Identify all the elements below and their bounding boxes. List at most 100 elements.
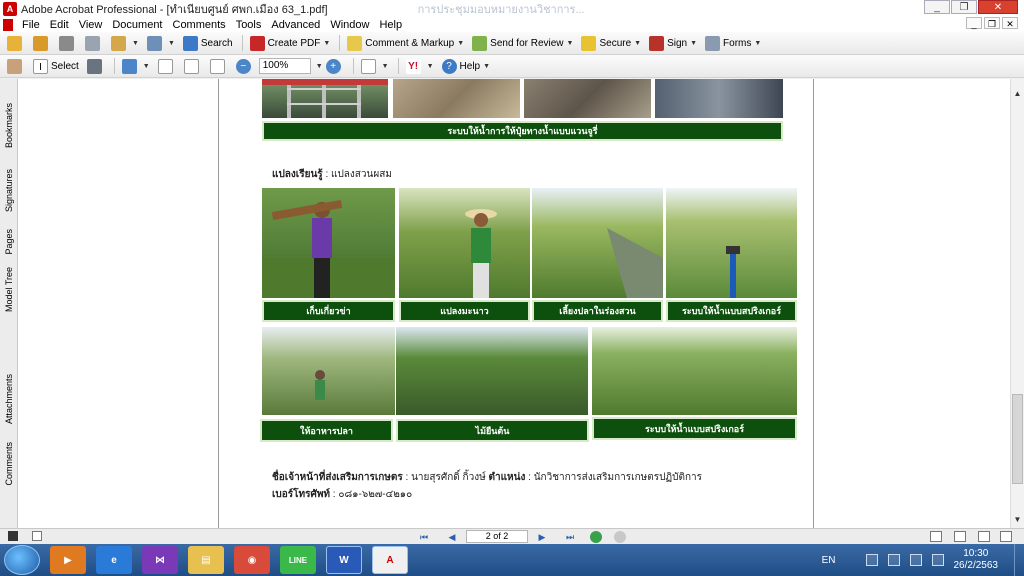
comment-markup-label: Comment & Markup <box>365 37 455 49</box>
fit-page-button[interactable] <box>181 56 205 76</box>
menu-document[interactable]: Document <box>107 19 167 31</box>
actual-size-button[interactable] <box>155 56 179 76</box>
zoom-dropdown-icon[interactable]: ▼ <box>316 63 323 70</box>
minimize-button[interactable]: _ <box>924 0 950 14</box>
caption-fish-canal: เลี้ยงปลาในร่องสวน <box>532 300 663 322</box>
save-button[interactable] <box>56 33 80 53</box>
previous-view-icon[interactable] <box>590 530 602 543</box>
start-button[interactable] <box>4 545 40 575</box>
vertical-scrollbar[interactable]: ▲ ▼ <box>1010 79 1024 528</box>
language-indicator[interactable]: EN <box>822 555 836 566</box>
zoom-out-button[interactable]: − <box>233 56 257 76</box>
zoom-level-input[interactable]: 100% <box>258 58 311 74</box>
scroll-down-icon[interactable]: ▼ <box>1011 513 1024 526</box>
taskbar-word[interactable]: W <box>326 546 362 574</box>
previous-page-icon[interactable]: ◀ <box>445 531 459 543</box>
toolbar-separator <box>339 35 341 51</box>
tray-flag-icon[interactable] <box>865 554 878 566</box>
close-button[interactable]: ✕ <box>978 0 1018 14</box>
rotate-icon <box>360 58 376 74</box>
send-review-button[interactable]: Send for Review ▼ <box>469 33 576 53</box>
taskbar-chrome[interactable]: ◉ <box>234 546 270 574</box>
menu-view[interactable]: View <box>74 19 108 31</box>
next-page-icon[interactable]: ▶ <box>535 531 549 543</box>
taskbar-visual-studio[interactable]: ⋈ <box>142 546 178 574</box>
scrollbar-thumb[interactable] <box>1012 394 1023 484</box>
scroll-up-icon[interactable]: ▲ <box>1011 87 1024 100</box>
doc-close-button[interactable]: ✕ <box>1002 17 1018 29</box>
nav-tab-comments[interactable]: Comments <box>1 441 17 487</box>
document-viewport[interactable]: ระบบให้น้ำการให้ปุ๋ยทางน้ำแบบแวนจูรี่ แป… <box>18 79 1010 528</box>
help-button[interactable]: ? Help ▼ <box>439 56 494 76</box>
open-button[interactable] <box>4 33 28 53</box>
menu-edit[interactable]: Edit <box>45 19 74 31</box>
zoom-in-icon <box>121 58 137 74</box>
print-button[interactable] <box>82 33 106 53</box>
chevron-down-icon: ▼ <box>754 39 762 47</box>
yahoo-button[interactable]: Y! ▼ <box>403 56 437 76</box>
search-icon <box>182 35 198 51</box>
farmer-with-hat-graphic <box>465 209 497 298</box>
taskbar-line[interactable]: LINE <box>280 546 316 574</box>
hand-tool-button[interactable] <box>4 56 28 76</box>
photo-galangal-harvest <box>262 188 395 298</box>
taskbar-media-player[interactable]: ▶ <box>50 546 86 574</box>
taskbar-internet-explorer[interactable]: e <box>96 546 132 574</box>
forms-button[interactable]: Forms ▼ <box>702 33 764 53</box>
tray-network-icon[interactable] <box>887 554 900 566</box>
nav-tab-pages[interactable]: Pages <box>1 224 17 260</box>
photo-irrigation-tower <box>262 79 388 118</box>
sign-button[interactable]: Sign ▼ <box>646 33 700 53</box>
plot-heading-value: : แปลงสวนผสม <box>322 169 392 180</box>
caption-fish-feeding: ให้อาหารปลา <box>260 419 393 442</box>
nav-tab-bookmarks[interactable]: Bookmarks <box>1 97 17 155</box>
create-pdf-button[interactable]: Create PDF ▼ <box>247 33 334 53</box>
snapshot-button[interactable] <box>84 56 108 76</box>
zoom-in-button[interactable]: + <box>323 56 347 76</box>
menu-tools[interactable]: Tools <box>231 19 267 31</box>
menu-help[interactable]: Help <box>374 19 407 31</box>
fit-width-button[interactable] <box>207 56 231 76</box>
document-icon[interactable] <box>3 18 13 31</box>
next-view-icon[interactable] <box>614 530 626 543</box>
organizer-button[interactable] <box>30 33 54 53</box>
tray-battery-icon[interactable] <box>931 554 944 566</box>
doc-restore-button[interactable]: ❐ <box>984 17 1000 29</box>
document-window-controls: _ ❐ ✕ <box>964 17 1018 29</box>
clock[interactable]: 10:30 26/2/2563 <box>954 548 999 572</box>
menu-file[interactable]: File <box>17 19 45 31</box>
doc-minimize-button[interactable]: _ <box>966 17 982 29</box>
rotate-view-button[interactable]: ▼ <box>358 56 392 76</box>
secure-button[interactable]: Secure ▼ <box>578 33 644 53</box>
comment-markup-button[interactable]: Comment & Markup ▼ <box>344 33 467 53</box>
email-button[interactable]: ▼ <box>108 33 142 53</box>
continuous-icon[interactable] <box>954 531 966 542</box>
page-number-input[interactable]: 2 of 2 <box>466 530 528 543</box>
taskbar-file-explorer[interactable]: ▤ <box>188 546 224 574</box>
last-page-icon[interactable]: ⏭ <box>563 531 577 543</box>
menu-window[interactable]: Window <box>325 19 374 31</box>
page-size-icon[interactable] <box>32 531 42 541</box>
search-button[interactable]: Search <box>180 33 236 53</box>
taskbar-acrobat[interactable]: A <box>372 546 408 574</box>
tray-volume-icon[interactable] <box>909 554 922 566</box>
first-page-icon[interactable]: ⏮ <box>417 531 431 543</box>
nav-tab-attachments[interactable]: Attachments <box>1 373 17 425</box>
facing-icon[interactable] <box>978 531 990 542</box>
caption-venturi-system: ระบบให้น้ำการให้ปุ๋ยทางน้ำแบบแวนจูรี่ <box>262 121 783 141</box>
menu-advanced[interactable]: Advanced <box>266 19 325 31</box>
chevron-down-icon: ▼ <box>690 39 698 47</box>
select-tool-button[interactable]: I Select <box>30 56 82 76</box>
menu-comments[interactable]: Comments <box>168 19 231 31</box>
restore-button[interactable]: ❐ <box>951 0 977 14</box>
acrobat-app-icon[interactable]: A <box>3 1 17 16</box>
show-desktop-button[interactable] <box>1014 544 1024 576</box>
nav-tab-signatures[interactable]: Signatures <box>1 161 17 221</box>
zoom-tool-button[interactable]: ▼ <box>119 56 153 76</box>
continuous-facing-icon[interactable] <box>1000 531 1012 542</box>
panel-toggle-icon[interactable] <box>8 531 18 541</box>
nav-tab-model-tree[interactable]: Model Tree <box>1 265 17 315</box>
attach-button[interactable]: ▼ <box>144 33 178 53</box>
single-page-icon[interactable] <box>930 531 942 542</box>
toolbar-separator <box>113 58 115 74</box>
